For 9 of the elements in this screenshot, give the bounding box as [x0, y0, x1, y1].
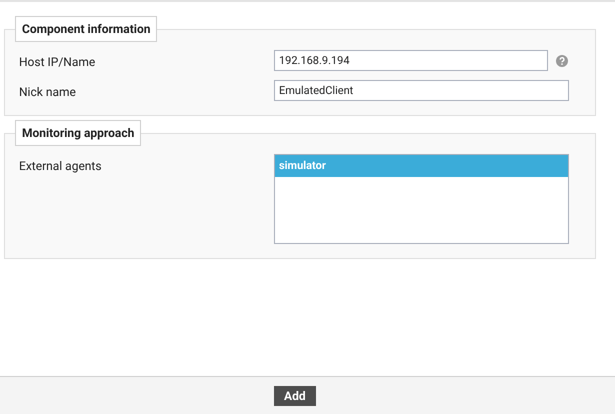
section-title: Monitoring approach [15, 120, 142, 146]
field-label: External agents [19, 158, 103, 175]
text-field[interactable]: 192.168.9.194 [274, 50, 548, 71]
text-field[interactable]: EmulatedClient [274, 80, 569, 101]
help-icon[interactable] [556, 54, 568, 66]
field-label: Host IP/Name [19, 54, 96, 71]
field-label: Nick name [19, 84, 77, 101]
section-title: Component information [15, 16, 158, 42]
add-button[interactable]: Add [274, 386, 316, 406]
